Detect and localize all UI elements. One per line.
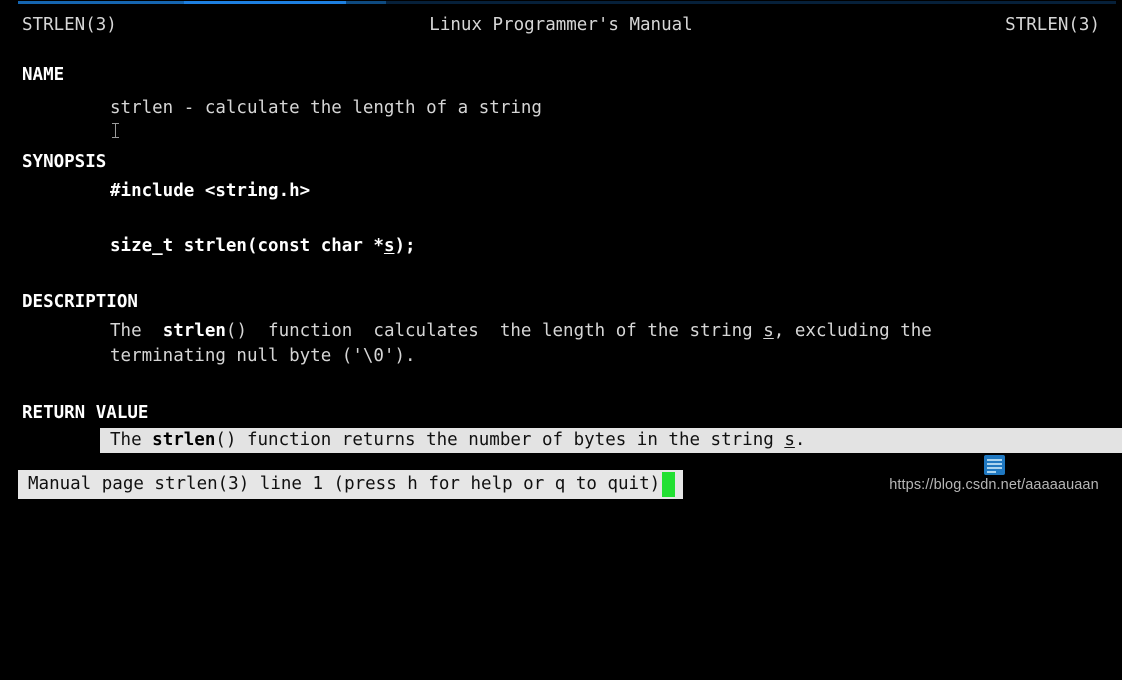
return-value-text-a: The bbox=[110, 430, 153, 450]
man-page-content: STRLEN(3) STRLEN(3) Linux Programmer's M… bbox=[0, 5, 1122, 460]
top-accent-segment-1 bbox=[18, 1, 184, 4]
man-header-right: STRLEN(3) bbox=[1005, 15, 1100, 35]
description-text-a: The bbox=[110, 321, 163, 341]
description-line-1: The strlen() function calculates the len… bbox=[0, 319, 1122, 344]
return-value-text: The strlen() function returns the number… bbox=[110, 428, 805, 453]
top-accent-segment-4 bbox=[386, 1, 1116, 4]
section-heading-synopsis: SYNOPSIS bbox=[22, 152, 107, 172]
return-value-text-b: () function returns the number of bytes … bbox=[215, 430, 785, 450]
return-value-param-s: s bbox=[784, 430, 795, 450]
man-header-row: STRLEN(3) STRLEN(3) Linux Programmer's M… bbox=[0, 13, 1122, 38]
description-text-c: , excluding the bbox=[773, 321, 932, 341]
watermark-url: https://blog.csdn.net/aaaaauaan bbox=[889, 477, 1099, 493]
synopsis-prototype-post: ); bbox=[394, 236, 416, 256]
description-param-s: s bbox=[763, 321, 774, 341]
return-value-fn-strlen: strlen bbox=[152, 430, 216, 450]
name-description: strlen - calculate the length of a strin… bbox=[110, 98, 542, 118]
text-cursor bbox=[662, 472, 676, 497]
man-header-left: STRLEN(3) bbox=[22, 15, 117, 35]
return-value-highlighted-line[interactable]: The strlen() function returns the number… bbox=[0, 428, 1122, 453]
synopsis-prototype-param: s bbox=[383, 236, 395, 256]
description-fn-strlen: strlen bbox=[162, 321, 226, 341]
top-accent-segment-3 bbox=[346, 1, 386, 4]
return-value-text-c: . bbox=[794, 430, 806, 450]
synopsis-prototype: size_t strlen(const char *s); bbox=[0, 234, 1122, 259]
csdn-watermark: https://blog.csdn.net/aaaaauaan bbox=[874, 455, 1114, 493]
synopsis-include: #include <string.h> bbox=[0, 179, 1122, 204]
pager-status-text: Manual page strlen(3) line 1 (press h fo… bbox=[28, 474, 661, 494]
man-header-center: Linux Programmer's Manual bbox=[429, 15, 693, 35]
top-accent-segment-2 bbox=[184, 1, 346, 4]
terminal-window: STRLEN(3) STRLEN(3) Linux Programmer's M… bbox=[0, 0, 1122, 507]
section-heading-name: NAME bbox=[22, 65, 65, 85]
section-heading-return-value: RETURN VALUE bbox=[22, 403, 149, 423]
description-text-b: () function calculates the length of the… bbox=[225, 321, 764, 341]
synopsis-prototype-pre: size_t strlen(const char * bbox=[110, 236, 384, 256]
i-beam-cursor-icon bbox=[111, 122, 120, 139]
section-heading-description: DESCRIPTION bbox=[22, 292, 138, 312]
pager-status-bar[interactable]: Manual page strlen(3) line 1 (press h fo… bbox=[18, 470, 684, 499]
synopsis-include-text: #include <string.h> bbox=[110, 181, 311, 201]
description-line-2: terminating null byte ('\0'). bbox=[110, 346, 416, 366]
